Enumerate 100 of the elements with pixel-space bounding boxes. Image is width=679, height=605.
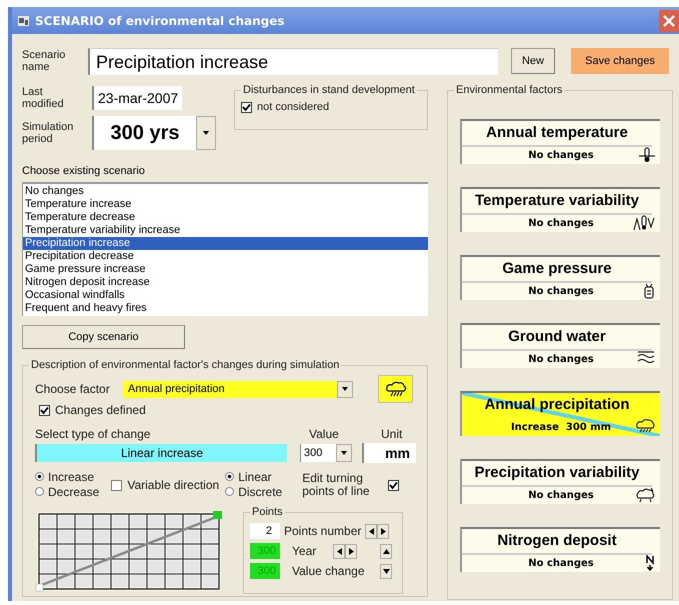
radio-button[interactable] [225,487,234,496]
list-item[interactable]: Precipitation increase [23,237,428,250]
factor-card[interactable]: Nitrogen deposit No changes [460,527,660,572]
list-item[interactable]: Nitrogen deposit increase [23,276,428,289]
factor-status: No changes [528,354,594,365]
name-field[interactable]: Precipitation increase [88,48,498,74]
field-label: Select type of change [35,427,152,441]
rain-cloud-icon [635,419,655,433]
points-number-field[interactable]: 2 [250,523,280,539]
right-arrow-icon [380,528,387,534]
list-item[interactable]: Temperature decrease [23,211,428,224]
checkbox[interactable] [388,480,400,490]
factor-title: Ground water [462,325,652,351]
group-title: Environmental factors [454,84,564,96]
left-arrow-icon [336,548,342,554]
list-item[interactable]: Temperature variability increase [23,224,428,237]
check-icon [242,102,251,112]
field-label: Value change [292,564,366,578]
close-button[interactable] [659,10,679,32]
radio-button[interactable] [35,472,44,481]
check-icon [40,406,49,414]
previous-button[interactable] [333,544,345,558]
radio-label: Decrease [48,484,100,498]
field-label: Value [309,427,340,441]
list-item[interactable]: No changes [23,185,428,198]
window-icon [18,16,29,26]
rain-cloud-icon [384,381,406,397]
checkbox[interactable] [241,102,252,112]
storm-cloud-icon [635,487,655,503]
factor-status: No changes [528,150,594,161]
radio-label: Linear [238,470,272,484]
list-item[interactable]: Precipitation decrease [23,250,428,263]
checkbox-label: Edit turning points of line [302,472,371,498]
previous-button[interactable] [365,524,378,538]
checkbox-label: Changes defined [55,403,146,417]
check-icon [389,480,398,490]
checkbox[interactable] [39,404,50,416]
list-label: Choose existing scenario [22,165,146,179]
up-arrow-icon [382,548,390,554]
factor-status: No changes [528,218,594,229]
factor-title: Temperature variability [462,189,652,215]
window-title: SCENARIO of environmental changes [35,14,285,28]
up-button[interactable] [380,544,392,558]
dropdown-button[interactable] [336,444,352,462]
list-item[interactable]: Game pressure increase [23,263,428,276]
radio-label: Increase [48,470,94,484]
factor-card[interactable]: Precipitation variability No changes [460,459,660,504]
factor-card[interactable]: Annual temperature No changes [460,119,660,164]
copy-button[interactable]: Copy scenario [22,325,185,349]
factor-card[interactable]: Game pressure No changes [460,255,660,300]
list-item[interactable]: Occasional windfalls [23,289,428,302]
field-label: Scenario name [22,49,66,73]
factor-icon-button[interactable] [378,375,413,403]
thermometer-icon [639,147,655,163]
period-dropdown[interactable]: 300 yrs [92,116,216,150]
factor-title: Game pressure [462,257,652,283]
date-field[interactable]: 23-mar-2007 [92,86,182,110]
radio-button[interactable] [35,487,44,496]
factor-dropdown[interactable]: Annual precipitation [123,380,353,398]
down-arrow-icon [382,568,390,574]
down-button[interactable] [380,564,392,578]
field-label: Unit [381,427,402,441]
factor-status: No changes [528,558,594,569]
next-button[interactable] [345,544,357,558]
dropdown-button[interactable] [337,380,353,398]
field-label: Choose factor [35,382,111,396]
change-type-field[interactable]: Linear increase [35,444,287,462]
left-arrow-icon [368,528,375,534]
radio-label: Discrete [238,484,282,498]
factor-status: No changes [528,490,594,501]
group-title: Points [250,506,285,518]
group-title: Disturbances in stand development [241,84,417,96]
group-title: Description of environmental factor's changes during simulation [29,359,342,371]
factor-status: No changes [528,286,594,297]
next-button[interactable] [377,524,390,538]
checkbox[interactable] [111,480,122,490]
radio-button[interactable] [225,472,234,481]
factor-status: Increase 300 mm [510,422,612,433]
field-label: Last modified [22,86,65,110]
factor-title: Precipitation variability [462,461,652,487]
new-button[interactable]: New [511,48,555,74]
caret-icon [202,129,210,137]
factor-title: Annual temperature [462,121,652,147]
close-icon [662,14,676,28]
factor-title: Nitrogen deposit [462,529,652,555]
value-dropdown[interactable]: 300 [300,444,352,462]
checkbox-label: Variable direction [127,478,220,492]
factor-card[interactable]: Ground water No changes [460,323,660,368]
save-button[interactable]: Save changes [571,48,669,74]
caret-icon [340,449,348,457]
unit-field[interactable]: mm [362,443,416,463]
factor-card[interactable]: Temperature variability No changes [460,187,660,232]
field-label: Year [292,544,318,558]
list-item[interactable]: Temperature increase [23,198,428,211]
right-arrow-icon [348,548,354,554]
field-label: Simulation period [22,121,74,145]
nitrogen-arrow-icon [645,555,655,571]
caret-icon [341,385,349,393]
thermometer-wave-icon [633,215,655,231]
list-item[interactable]: Frequent and heavy fires [23,302,428,315]
